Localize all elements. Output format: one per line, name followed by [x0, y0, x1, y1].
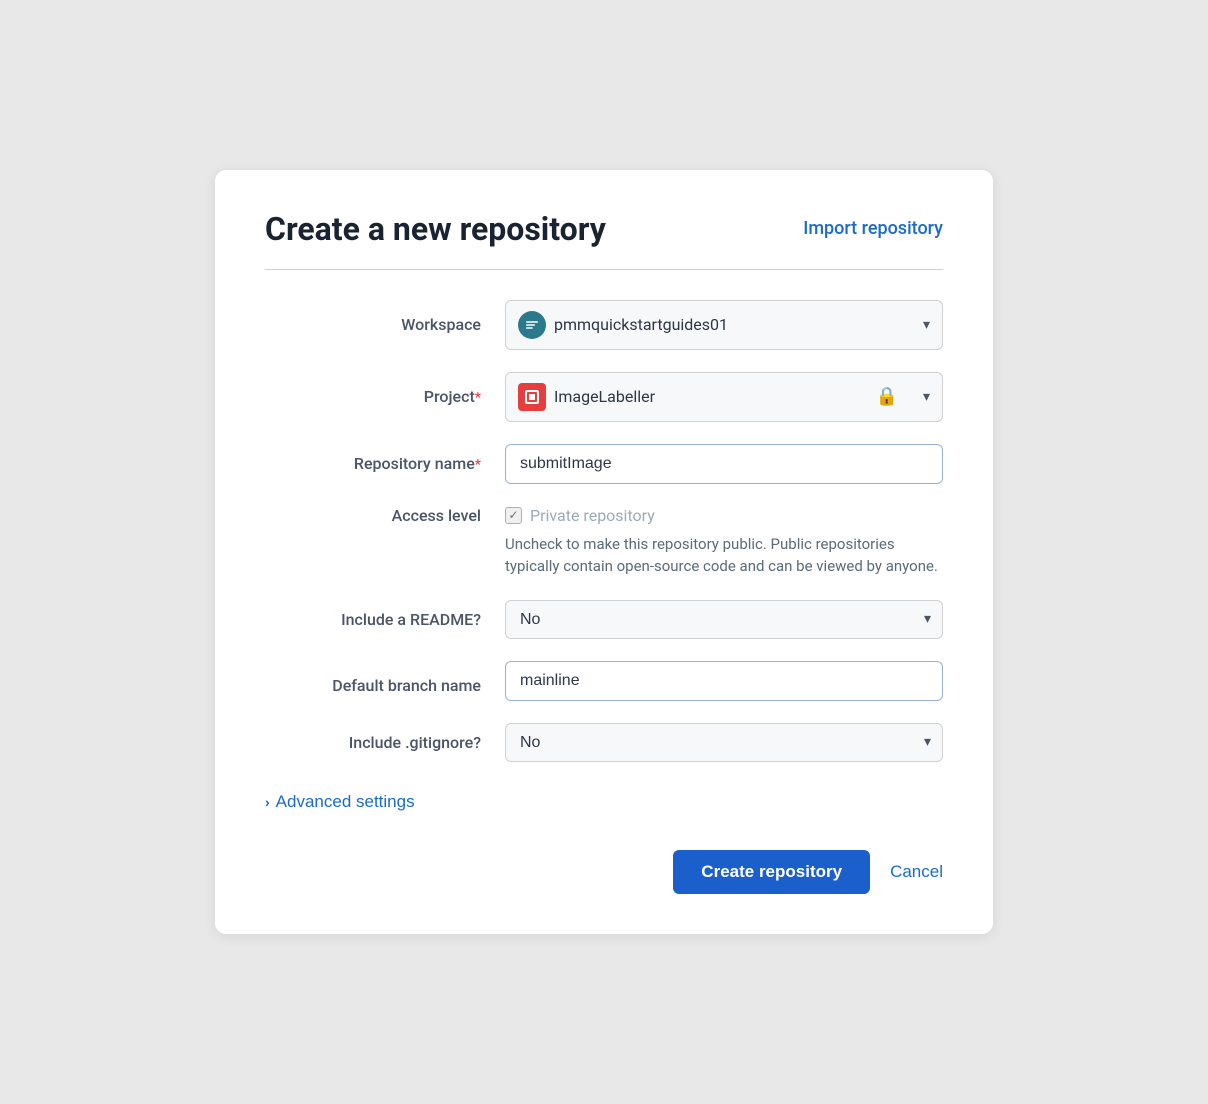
repo-name-required: * [475, 457, 481, 473]
dialog-header: Create a new repository Import repositor… [265, 210, 943, 248]
create-repository-button[interactable]: Create repository [673, 850, 870, 894]
readme-select-container: No Yes ▾ [505, 600, 943, 639]
import-repository-link[interactable]: Import repository [803, 210, 943, 239]
project-label: Project* [265, 387, 505, 406]
workspace-select-container[interactable]: pmmquickstartguides01 ▾ [505, 300, 943, 350]
advanced-chevron-icon: › [265, 794, 270, 810]
repo-name-input[interactable] [505, 444, 943, 484]
gitignore-label: Include .gitignore? [265, 733, 505, 752]
access-description: Uncheck to make this repository public. … [505, 533, 943, 578]
project-select-container[interactable]: ImageLabeller 🔒 ▾ [505, 372, 943, 422]
gitignore-row: Include .gitignore? No Yes ▾ [265, 723, 943, 762]
workspace-avatar [518, 311, 546, 339]
form-footer: Create repository Cancel [265, 850, 943, 894]
access-level-row: Access level ✓ Private repository Unchec… [265, 506, 943, 578]
gitignore-select-container: No Yes ▾ [505, 723, 943, 762]
branch-name-input[interactable] [505, 661, 943, 701]
access-level-control: ✓ Private repository Uncheck to make thi… [505, 506, 943, 578]
workspace-select[interactable]: pmmquickstartguides01 ▾ [505, 300, 943, 350]
branch-name-control [505, 661, 943, 701]
project-avatar [518, 383, 546, 411]
create-repository-dialog: Create a new repository Import repositor… [214, 169, 994, 934]
repo-name-label: Repository name* [265, 454, 505, 473]
project-required: * [475, 390, 481, 406]
readme-control: No Yes ▾ [505, 600, 943, 639]
advanced-settings-button[interactable]: › Advanced settings [265, 784, 415, 820]
workspace-chevron-icon: ▾ [923, 317, 930, 333]
private-repo-label: Private repository [530, 506, 655, 525]
workspace-control: pmmquickstartguides01 ▾ [505, 300, 943, 350]
readme-label: Include a README? [265, 610, 505, 629]
page-title: Create a new repository [265, 210, 606, 248]
workspace-label: Workspace [265, 315, 505, 334]
header-divider [265, 269, 943, 270]
repo-name-control [505, 444, 943, 484]
advanced-settings-label: Advanced settings [276, 792, 415, 812]
branch-name-label: Default branch name [265, 666, 505, 695]
private-repo-checkbox[interactable]: ✓ [505, 507, 522, 524]
gitignore-control: No Yes ▾ [505, 723, 943, 762]
workspace-value: pmmquickstartguides01 [554, 315, 902, 334]
project-value: ImageLabeller [554, 387, 868, 406]
readme-select[interactable]: No Yes [505, 600, 943, 639]
repo-name-row: Repository name* [265, 444, 943, 484]
readme-row: Include a README? No Yes ▾ [265, 600, 943, 639]
workspace-row: Workspace pmmquickstartguides01 ▾ [265, 300, 943, 350]
lock-icon: 🔒 [876, 386, 898, 407]
access-level-label: Access level [265, 506, 505, 525]
project-row: Project* ImageLabeller 🔒 ▾ [265, 372, 943, 422]
project-select[interactable]: ImageLabeller 🔒 ▾ [505, 372, 943, 422]
check-icon: ✓ [508, 509, 518, 521]
branch-name-row: Default branch name [265, 661, 943, 701]
project-control: ImageLabeller 🔒 ▾ [505, 372, 943, 422]
gitignore-select[interactable]: No Yes [505, 723, 943, 762]
private-repo-row: ✓ Private repository [505, 506, 943, 525]
project-chevron-icon: ▾ [923, 389, 930, 405]
cancel-button[interactable]: Cancel [890, 862, 943, 882]
